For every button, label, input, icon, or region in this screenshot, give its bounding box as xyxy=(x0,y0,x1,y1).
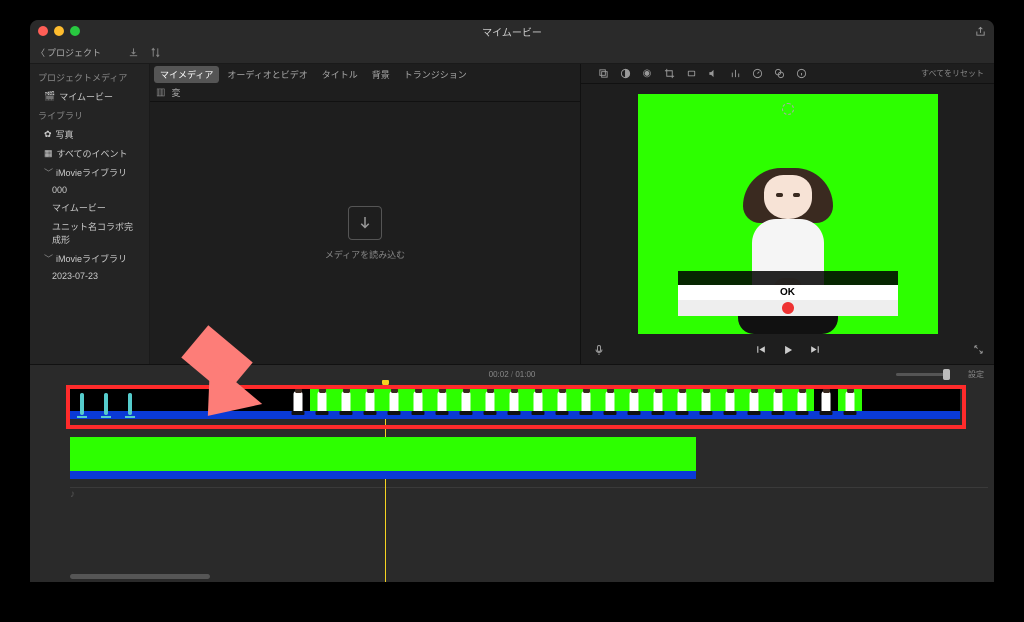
chevron-down-icon: ﹀ xyxy=(44,252,52,265)
player-controls xyxy=(581,338,994,364)
timeline-scrollbar[interactable] xyxy=(70,574,210,579)
fullscreen-icon[interactable] xyxy=(973,344,984,358)
zoom-slider[interactable] xyxy=(896,373,950,376)
sidebar: プロジェクトメディア 🎬 マイムービー ライブラリ ✿ 写真 ▦ すべてのイベン… xyxy=(30,64,150,364)
sidebar-item-library2[interactable]: ﹀ iMovieライブラリ xyxy=(30,249,149,268)
import-media-button[interactable] xyxy=(348,206,382,240)
window-title: マイムービー xyxy=(30,24,994,39)
tab-backgrounds[interactable]: 背景 xyxy=(366,66,396,83)
equalizer-icon[interactable] xyxy=(729,68,741,80)
sidebar-item-event[interactable]: マイムービー xyxy=(30,198,149,217)
sidebar-head-project-media: プロジェクトメディア xyxy=(30,68,149,87)
volume-icon[interactable] xyxy=(707,68,719,80)
preview-frame: OK xyxy=(638,94,938,334)
tab-audio-video[interactable]: オーディオとビデオ xyxy=(221,66,313,83)
ok-button: OK xyxy=(678,285,898,300)
filter-icon[interactable] xyxy=(773,68,785,80)
sidebar-item-photos[interactable]: ✿ 写真 xyxy=(30,125,149,144)
color-balance-icon[interactable] xyxy=(619,68,631,80)
toolbar: 〈 プロジェクト xyxy=(30,42,994,64)
browser-header: ▥ 変 xyxy=(150,84,580,102)
view-mode-icon[interactable]: ▥ xyxy=(156,87,165,98)
chevron-left-icon: 〈 xyxy=(36,46,45,59)
media-browser: マイメディア オーディオとビデオ タイトル 背景 トランジション ▥ 変 メディ… xyxy=(150,64,580,364)
import-label: メディアを読み込む xyxy=(325,248,405,261)
content-upper: プロジェクトメディア 🎬 マイムービー ライブラリ ✿ 写真 ▦ すべてのイベン… xyxy=(30,64,994,364)
reset-all-button[interactable]: すべてをリセット xyxy=(921,68,984,79)
flower-icon: ✿ xyxy=(44,129,52,140)
import-icon[interactable] xyxy=(127,47,139,59)
speed-icon[interactable] xyxy=(751,68,763,80)
timecode: 00:02 / 01:00 xyxy=(489,370,536,379)
timeline: 00:02 / 01:00 設定 xyxy=(30,364,994,582)
tab-titles[interactable]: タイトル xyxy=(316,66,364,83)
primary-storyline xyxy=(70,437,988,483)
tab-my-media[interactable]: マイメディア xyxy=(154,66,219,83)
back-label: プロジェクト xyxy=(47,46,101,59)
info-icon[interactable] xyxy=(795,68,807,80)
adjust-toolbar: ◉ すべてをリセット xyxy=(581,64,994,84)
timeline-header: 00:02 / 01:00 設定 xyxy=(30,365,994,383)
play-button[interactable] xyxy=(781,343,795,360)
sidebar-item-event[interactable]: ユニット名コラボ完成形 xyxy=(30,217,149,249)
voiceover-icon[interactable] xyxy=(593,344,605,359)
prev-button[interactable] xyxy=(754,343,767,359)
app-window: マイムービー 〈 プロジェクト プロジェクトメディア 🎬 マイムービー ラ xyxy=(30,20,994,582)
tracks-area[interactable]: ♪ xyxy=(30,383,994,582)
browser-body: メディアを読み込む xyxy=(150,102,580,364)
sidebar-item-library1[interactable]: ﹀ iMovieライブラリ xyxy=(30,163,149,182)
preview-panel: ◉ すべてをリセット xyxy=(580,64,994,364)
arrows-icon[interactable] xyxy=(149,47,161,59)
color-wheel-icon[interactable]: ◉ xyxy=(641,68,653,80)
next-button[interactable] xyxy=(809,343,822,359)
sidebar-item-event[interactable]: 2023-07-23 xyxy=(30,268,149,284)
tab-transitions[interactable]: トランジション xyxy=(398,66,473,83)
film-icon: 🎬 xyxy=(44,91,55,102)
layers-icon[interactable] xyxy=(597,68,609,80)
overlay-ui: OK xyxy=(678,271,898,316)
timeline-settings-button[interactable]: 設定 xyxy=(968,369,984,380)
loading-spinner-icon xyxy=(781,102,795,116)
sidebar-item-all-events[interactable]: ▦ すべてのイベント xyxy=(30,144,149,163)
chevron-down-icon: ﹀ xyxy=(44,166,52,179)
crop-icon[interactable] xyxy=(663,68,675,80)
record-icon xyxy=(782,302,794,314)
browser-title: 変 xyxy=(171,86,180,99)
sidebar-item-project[interactable]: 🎬 マイムービー xyxy=(30,87,149,106)
media-tabs: マイメディア オーディオとビデオ タイトル 背景 トランジション xyxy=(150,64,580,84)
stabilize-icon[interactable] xyxy=(685,68,697,80)
sidebar-head-library: ライブラリ xyxy=(30,106,149,125)
back-button[interactable]: 〈 プロジェクト xyxy=(36,46,101,59)
share-icon[interactable] xyxy=(975,24,986,42)
sidebar-item-event[interactable]: 000 xyxy=(30,182,149,198)
titlebar: マイムービー xyxy=(30,20,994,42)
video-clip-primary[interactable] xyxy=(70,437,696,479)
video-preview[interactable]: OK xyxy=(581,84,994,338)
audio-track[interactable]: ♪ xyxy=(70,487,988,501)
grid-icon: ▦ xyxy=(44,148,53,159)
